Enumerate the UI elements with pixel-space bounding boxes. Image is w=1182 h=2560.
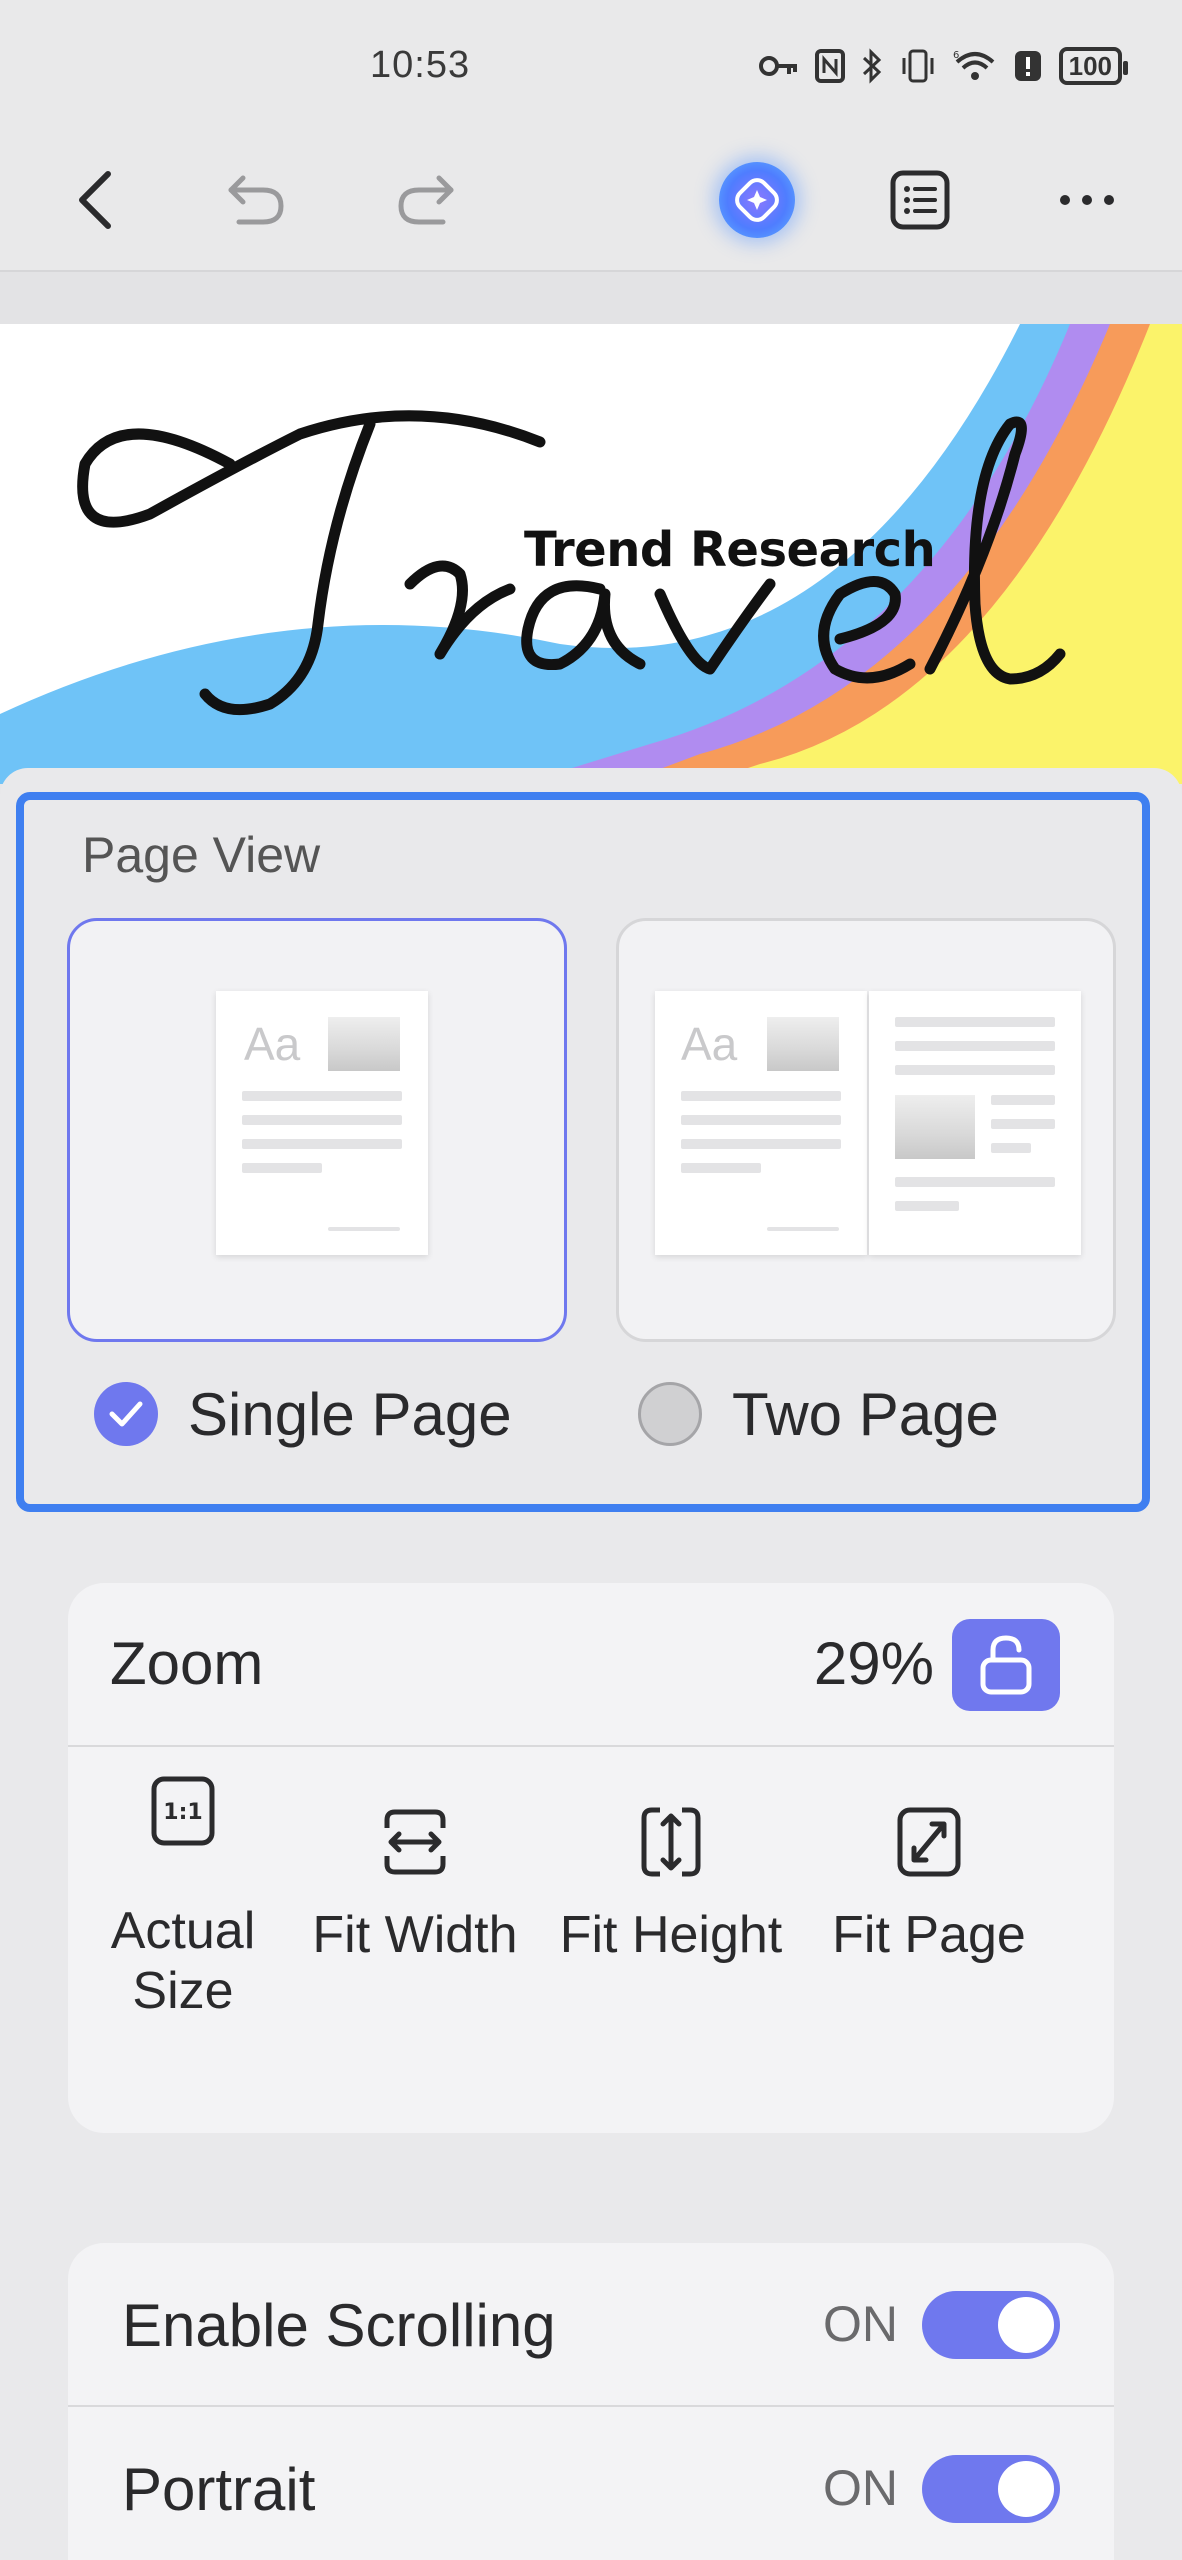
unlock-icon bbox=[980, 1635, 1032, 1695]
thumbnail-line bbox=[895, 1177, 1055, 1187]
thumbnail-line bbox=[681, 1139, 841, 1149]
document-page[interactable]: Trend Research bbox=[0, 324, 1182, 784]
alert-icon bbox=[1014, 51, 1041, 81]
bluetooth-icon bbox=[862, 48, 881, 84]
thumbnail-image bbox=[895, 1095, 975, 1159]
single-page-label: Single Page bbox=[188, 1380, 512, 1448]
zoom-value: 29% bbox=[813, 1630, 934, 1697]
outline-icon bbox=[890, 170, 950, 230]
fit-width-icon bbox=[384, 1809, 446, 1875]
view-settings-sheet: Page View Aa Aa Single Page Two Page Zoo… bbox=[0, 768, 1182, 2560]
svg-text:6: 6 bbox=[953, 50, 959, 61]
thumbnail-line bbox=[895, 1041, 1055, 1051]
fit-page-label: Fit Page bbox=[832, 1906, 1026, 1964]
thumbnail-line bbox=[681, 1091, 841, 1101]
redo-icon bbox=[398, 175, 454, 225]
two-page-option[interactable]: Two Page bbox=[638, 1374, 999, 1454]
thumbnail-line bbox=[328, 1227, 400, 1231]
key-icon bbox=[758, 56, 797, 76]
switch-knob bbox=[998, 2461, 1054, 2517]
fit-page-button[interactable]: Fit Page bbox=[814, 1787, 1044, 1965]
two-page-radio[interactable] bbox=[638, 1382, 702, 1446]
status-time: 10:53 bbox=[370, 44, 471, 86]
more-icon bbox=[1060, 195, 1114, 205]
single-page-radio[interactable] bbox=[94, 1382, 158, 1446]
page-gap bbox=[0, 272, 1182, 324]
actual-size-button[interactable]: 1:1 Actual Size bbox=[68, 1776, 298, 2021]
portrait-state: ON bbox=[823, 2460, 898, 2516]
fit-width-button[interactable]: Fit Width bbox=[300, 1787, 530, 1965]
zoom-panel: Zoom 29% 1:1 Actual Size Fit Width Fit H… bbox=[68, 1583, 1114, 2133]
wifi-6-icon: 6 bbox=[953, 50, 994, 80]
app-screen: 10:53 6 100 Trend Research Page View Aa … bbox=[0, 0, 1182, 2560]
portrait-label: Portrait bbox=[122, 2456, 316, 2523]
portrait-switch[interactable] bbox=[922, 2455, 1060, 2523]
page-view-title: Page View bbox=[82, 827, 321, 883]
ai-assistant-icon bbox=[719, 162, 795, 238]
enable-scrolling-row[interactable]: Enable Scrolling ON bbox=[68, 2243, 1114, 2407]
thumbnail-aa: Aa bbox=[681, 1018, 738, 1070]
fit-height-label: Fit Height bbox=[559, 1906, 783, 1964]
thumbnail-line bbox=[991, 1095, 1055, 1105]
thumbnail-line bbox=[895, 1201, 959, 1211]
two-page-label: Two Page bbox=[732, 1380, 999, 1448]
outline-button[interactable] bbox=[875, 155, 965, 245]
undo-icon bbox=[228, 175, 284, 225]
portrait-row[interactable]: Portrait ON bbox=[68, 2407, 1114, 2560]
thumbnail-line bbox=[681, 1115, 841, 1125]
single-page-card[interactable]: Aa bbox=[67, 918, 567, 1342]
ai-assistant-button[interactable] bbox=[712, 155, 802, 245]
fit-width-label: Fit Width bbox=[312, 1906, 518, 1964]
thumbnail-line bbox=[242, 1163, 322, 1173]
redo-button[interactable] bbox=[380, 155, 470, 245]
two-page-card[interactable]: Aa bbox=[616, 918, 1116, 1342]
actual-size-label: Actual Size bbox=[110, 1902, 256, 2020]
two-page-left-thumbnail: Aa bbox=[655, 991, 867, 1255]
nfc-icon bbox=[814, 49, 845, 83]
zoom-label: Zoom bbox=[110, 1630, 264, 1697]
single-page-option[interactable]: Single Page bbox=[94, 1374, 512, 1454]
thumbnail-line bbox=[242, 1091, 402, 1101]
thumbnail-line bbox=[991, 1119, 1055, 1129]
back-icon bbox=[79, 171, 111, 229]
thumbnail-line bbox=[242, 1139, 402, 1149]
status-icons: 6 100 bbox=[758, 44, 1129, 88]
fit-height-icon bbox=[641, 1807, 701, 1877]
thumbnail-line bbox=[767, 1227, 839, 1231]
more-button[interactable] bbox=[1042, 155, 1132, 245]
thumbnail-line bbox=[242, 1115, 402, 1125]
top-toolbar bbox=[0, 130, 1182, 272]
battery-icon: 100 bbox=[1058, 47, 1129, 85]
status-bar: 10:53 6 100 bbox=[0, 0, 1182, 130]
thumbnail-image bbox=[328, 1017, 400, 1071]
enable-scrolling-state: ON bbox=[823, 2296, 898, 2352]
document-subtitle: Trend Research bbox=[524, 522, 936, 578]
thumbnail-aa: Aa bbox=[244, 1018, 301, 1070]
thumbnail-line bbox=[895, 1065, 1055, 1075]
undo-button[interactable] bbox=[212, 155, 302, 245]
single-page-thumbnail: Aa bbox=[216, 991, 428, 1255]
fit-page-icon bbox=[897, 1807, 961, 1877]
two-page-right-thumbnail bbox=[869, 991, 1081, 1255]
checkmark-icon bbox=[109, 1401, 143, 1427]
switch-knob bbox=[998, 2297, 1054, 2353]
enable-scrolling-switch[interactable] bbox=[922, 2291, 1060, 2359]
zoom-lock-button[interactable] bbox=[952, 1619, 1060, 1711]
enable-scrolling-label: Enable Scrolling bbox=[122, 2292, 556, 2359]
thumbnail-line bbox=[895, 1017, 1055, 1027]
thumbnail-image bbox=[767, 1017, 839, 1071]
thumbnail-line bbox=[681, 1163, 761, 1173]
back-button[interactable] bbox=[50, 155, 140, 245]
vibrate-icon bbox=[902, 49, 934, 83]
fit-height-button[interactable]: Fit Height bbox=[556, 1787, 786, 1965]
page-view-section: Page View Aa Aa Single Page Two Page bbox=[16, 792, 1150, 1512]
actual-size-icon-text: 1:1 bbox=[163, 1800, 202, 1825]
thumbnail-line bbox=[991, 1143, 1031, 1153]
display-settings-list: Enable Scrolling ON Portrait ON bbox=[68, 2243, 1114, 2560]
zoom-header: Zoom 29% bbox=[68, 1583, 1114, 1747]
actual-size-icon: 1:1 bbox=[151, 1776, 215, 1846]
